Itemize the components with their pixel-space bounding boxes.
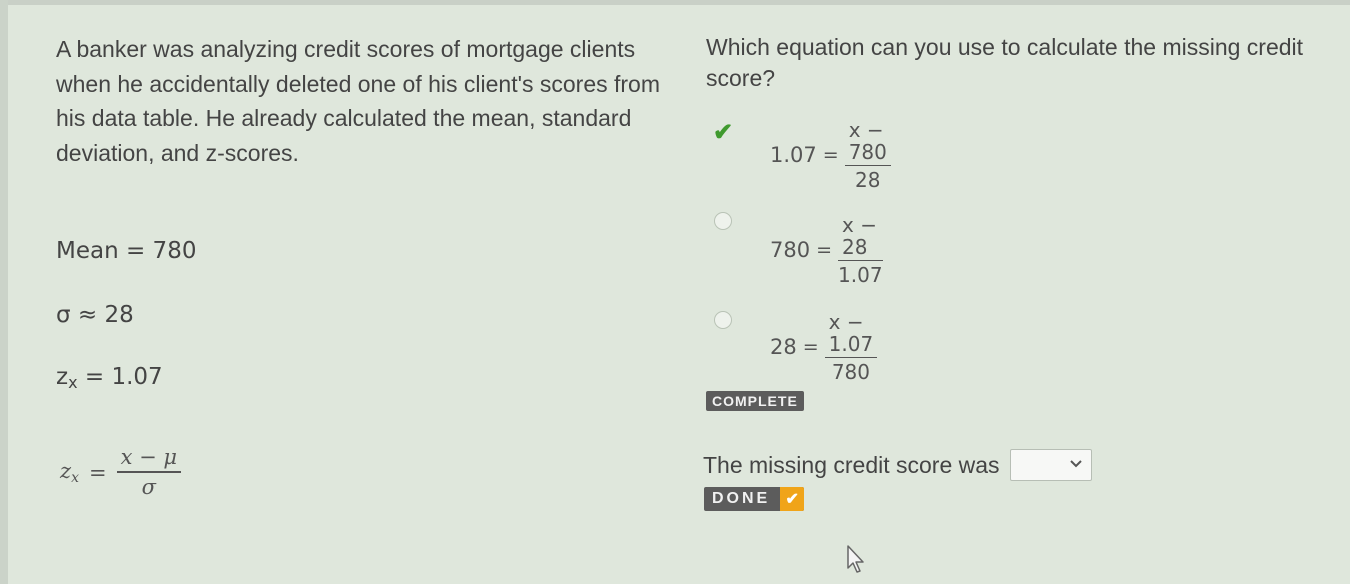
option-2-numerator: x − 28 — [838, 214, 883, 261]
option-3-lhs: 28 — [770, 335, 797, 359]
sigma-value: σ ≈ 28 — [56, 302, 134, 328]
formula-fraction: x − μ σ — [116, 445, 182, 500]
answer-line: The missing credit score was — [703, 449, 1092, 481]
option-3-fraction: x − 1.07 780 — [824, 311, 878, 384]
question-text: Which equation can you use to calculate … — [706, 34, 1304, 91]
option-1-denominator: 28 — [855, 168, 881, 192]
option-1-check[interactable]: ✔ — [712, 119, 734, 146]
top-edge — [0, 0, 1350, 5]
z-subscript: x — [68, 373, 78, 392]
z-score-formula: zx = x − μ σ — [60, 445, 182, 500]
problem-text: A banker was analyzing credit scores of … — [56, 36, 660, 166]
option-1-numerator: x − 780 — [844, 119, 891, 166]
option-1-equals: = — [822, 144, 839, 166]
radio-icon — [714, 212, 732, 230]
mean-value: Mean = 780 — [56, 238, 197, 264]
done-label: DONE — [712, 490, 771, 507]
option-1[interactable]: ✔ 1.07 = x − 780 28 — [712, 119, 891, 191]
option-2-denominator: 1.07 — [838, 263, 883, 287]
option-2-lhs: 780 — [770, 238, 811, 262]
check-icon: ✔ — [780, 487, 805, 511]
formula-denominator: σ — [141, 475, 156, 500]
option-1-lhs: 1.07 — [770, 143, 817, 167]
z-symbol: z — [56, 364, 69, 390]
option-2-fraction: x − 28 1.07 — [838, 214, 883, 286]
option-2[interactable]: 780 = x − 28 1.07 — [712, 210, 883, 286]
answer-prompt: The missing credit score was — [703, 451, 1000, 478]
formula-numerator: x − μ — [116, 445, 182, 474]
option-1-fraction: x − 780 28 — [844, 119, 891, 192]
z-score-value: zx = 1.07 — [56, 364, 163, 392]
formula-lhs: zx — [60, 459, 79, 486]
option-1-equation: 1.07 = x − 780 28 — [770, 119, 891, 191]
complete-badge: COMPLETE — [706, 391, 804, 411]
chevron-down-icon — [1069, 453, 1083, 477]
radio-icon — [714, 311, 732, 329]
option-2-radio[interactable] — [712, 210, 734, 232]
left-edge — [0, 0, 8, 584]
formula-z-sub: x — [71, 470, 79, 487]
done-button[interactable]: DONE ✔ — [704, 487, 805, 511]
option-3-radio[interactable] — [712, 309, 734, 331]
option-2-equation: 780 = x − 28 1.07 — [770, 214, 883, 286]
option-3-denominator: 780 — [831, 360, 871, 384]
formula-equals: = — [88, 460, 107, 485]
option-3-numerator: x − 1.07 — [824, 311, 878, 358]
formula-z: z — [60, 459, 72, 484]
mouse-pointer-icon — [846, 544, 866, 579]
check-icon: ✔ — [712, 119, 734, 146]
z-equals-value: = 1.07 — [84, 364, 163, 390]
option-3[interactable]: 28 = x − 1.07 780 — [712, 309, 878, 383]
credit-score-dropdown[interactable] — [1009, 449, 1092, 481]
option-2-equals: = — [816, 239, 833, 261]
option-3-equation: 28 = x − 1.07 780 — [770, 311, 878, 384]
option-3-equals: = — [802, 336, 819, 358]
